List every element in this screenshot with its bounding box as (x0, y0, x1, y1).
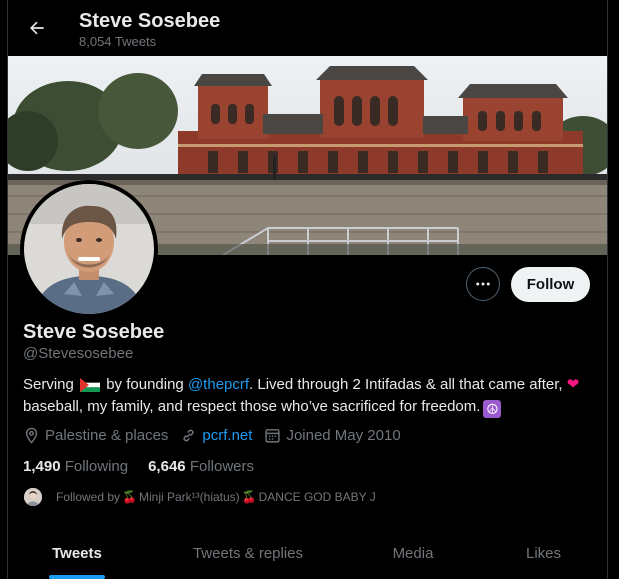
heart-icon: ❤ (566, 376, 580, 393)
join-date-text: Joined May 2010 (286, 427, 401, 444)
tab-label: Tweets (52, 544, 102, 562)
tab-media[interactable]: Media (373, 527, 453, 579)
followed-by-name-1: Minji Park¹³(hiatus) (138, 490, 240, 504)
follower-avatar (24, 488, 42, 506)
following-link[interactable]: 1,490 Following (23, 458, 128, 475)
followed-by[interactable]: Followed by 🍒 Minji Park¹³(hiatus) 🍒 DAN… (24, 488, 376, 506)
join-date: Joined May 2010 (264, 427, 401, 444)
profile-avatar[interactable] (20, 180, 158, 318)
tab-label: Likes (525, 544, 562, 562)
profile-bio: Serving by founding @thepcrf. Lived thro… (23, 374, 598, 418)
ellipsis-icon (476, 282, 490, 286)
profile-tabs: Tweets Tweets & replies Media Likes (8, 527, 607, 579)
back-button[interactable] (22, 13, 52, 43)
cherry-icon: 🍒 (241, 490, 257, 504)
bio-text: . Lived through 2 Intifadas & all that c… (249, 376, 563, 393)
back-arrow-icon (30, 21, 44, 35)
more-options-button[interactable] (466, 267, 500, 301)
tab-label: Media (392, 544, 434, 562)
followers-label: Followers (189, 458, 254, 475)
location-text: Palestine & places (45, 427, 169, 444)
followed-by-name-2: DANCE GOD BABY J (258, 490, 376, 504)
bio-text: baseball, my family, and respect those w… (23, 398, 481, 415)
location-pin-icon (25, 427, 38, 444)
website: pcrf.net (180, 427, 252, 444)
tab-label: Tweets & replies (192, 544, 304, 562)
tab-likes[interactable]: Likes (506, 527, 581, 579)
avatar-photo (24, 184, 154, 314)
palestine-flag-icon (80, 378, 101, 392)
followers-count: 6,646 (148, 458, 186, 475)
display-name: Steve Sosebee (23, 321, 165, 343)
following-label: Following (64, 458, 129, 475)
bio-mention-link[interactable]: @thepcrf (188, 376, 249, 393)
bio-text: Serving (23, 376, 74, 393)
tweet-count: 8,054 Tweets (79, 34, 157, 49)
calendar-icon (265, 429, 281, 443)
tab-tweets-and-replies[interactable]: Tweets & replies (173, 527, 323, 579)
profile-handle: @Stevesosebee (23, 345, 134, 362)
follow-button[interactable]: Follow (511, 267, 590, 302)
profile-column: Steve Sosebee 8,054 Tweets Follow Steve … (7, 0, 608, 579)
website-link[interactable]: pcrf.net (202, 427, 252, 444)
location: Palestine & places (23, 427, 168, 444)
follow-stats: 1,490 Following 6,646 Followers (23, 458, 274, 475)
followers-link[interactable]: 6,646 Followers (148, 458, 254, 475)
following-count: 1,490 (23, 458, 61, 475)
active-tab-indicator (49, 575, 105, 579)
peace-symbol-icon: ☮ (483, 400, 502, 418)
profile-meta: Palestine & places pcrf.net Joined May 2… (23, 427, 413, 444)
bio-text: by founding (106, 376, 184, 393)
header-name: Steve Sosebee (79, 10, 221, 32)
followed-by-prefix: Followed by (56, 490, 121, 504)
cherry-icon: 🍒 (122, 490, 137, 504)
link-icon (183, 429, 194, 442)
top-bar: Steve Sosebee 8,054 Tweets (8, 0, 607, 56)
tab-tweets[interactable]: Tweets (43, 527, 111, 579)
